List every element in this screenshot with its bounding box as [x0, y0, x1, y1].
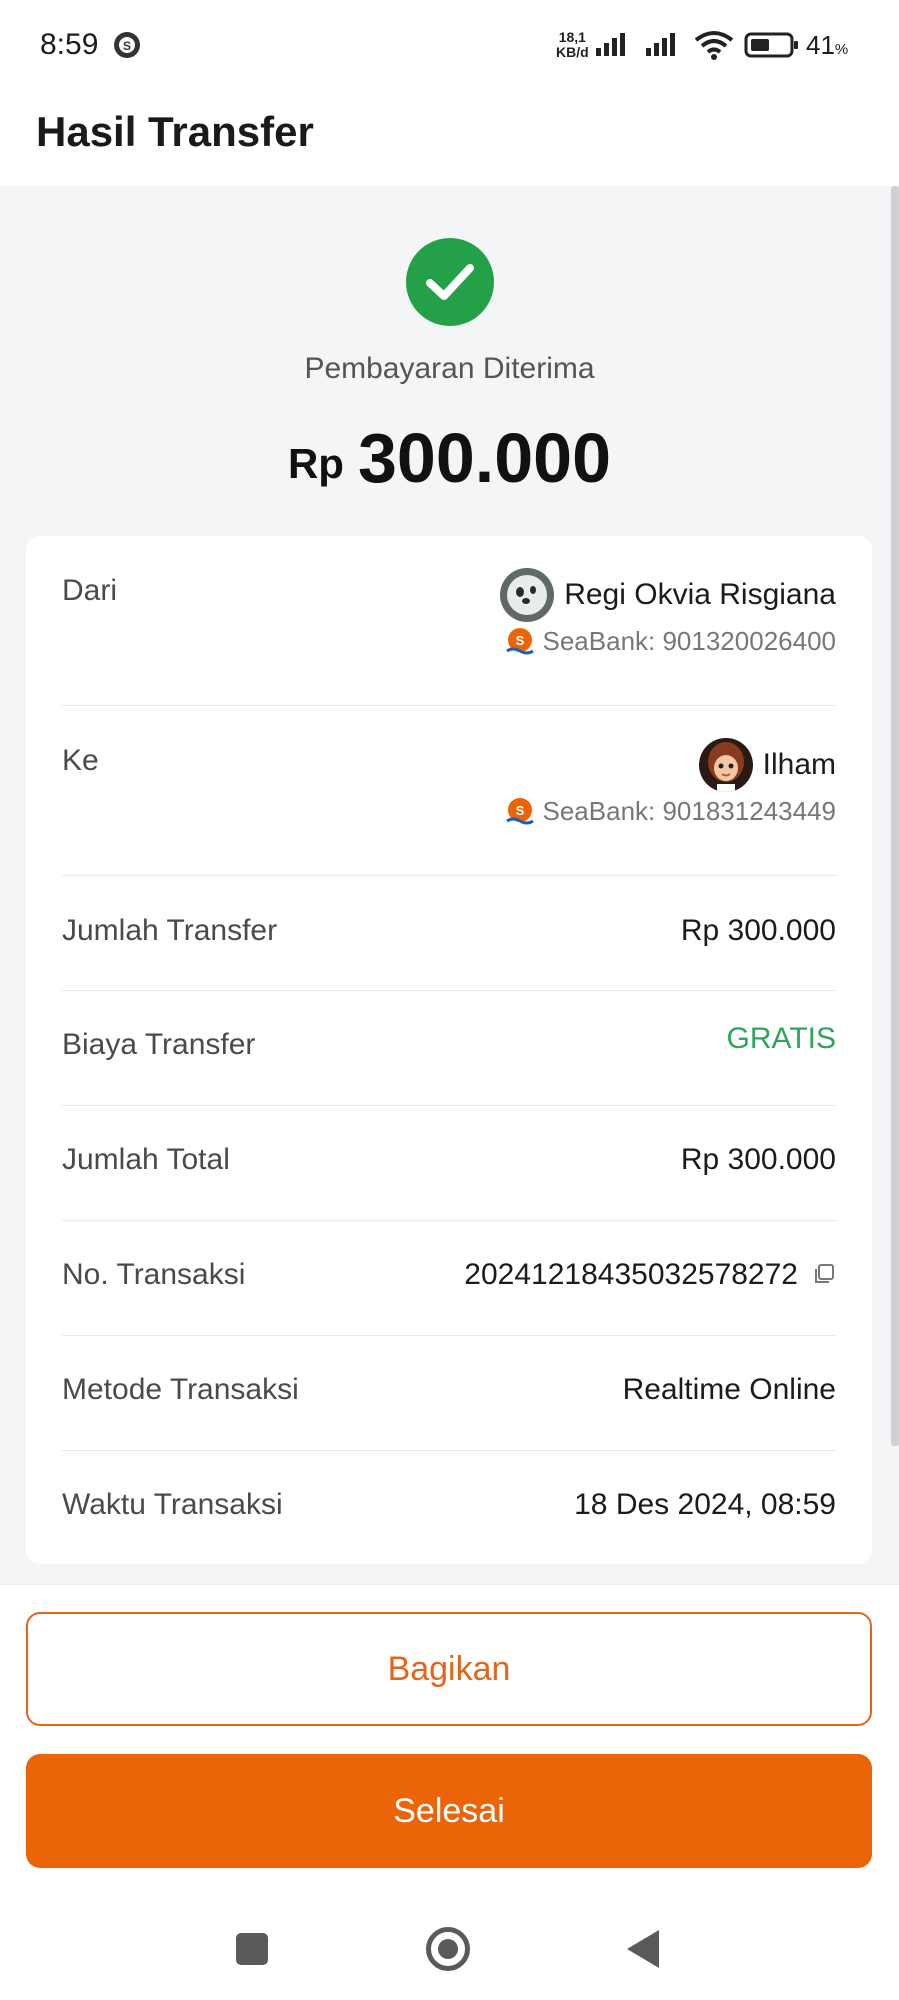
- transaction-number-label: No. Transaksi: [62, 1258, 246, 1291]
- sender-label: Dari: [62, 574, 118, 607]
- copy-icon[interactable]: [812, 1262, 836, 1286]
- sender-row: Dari Regi Okvia Risgiana S SeaBank: 9013…: [62, 568, 837, 674]
- transfer-fee-label: Biaya Transfer: [62, 1028, 256, 1061]
- app-notification-icon: S: [114, 32, 140, 58]
- page-title: Hasil Transfer: [36, 108, 314, 155]
- battery-icon: [744, 32, 798, 58]
- transfer-amount: Rp 300.000: [0, 418, 899, 498]
- sender-avatar: [500, 568, 555, 622]
- divider: [62, 1450, 836, 1451]
- sender-bank-account: SeaBank: 901320026400: [542, 626, 837, 656]
- transaction-time-label: Waktu Transaksi: [62, 1488, 283, 1521]
- recipient-bank-line: S SeaBank: 901831243449: [505, 796, 837, 827]
- amount-currency: Rp: [287, 440, 344, 487]
- total-amount-label: Jumlah Total: [62, 1143, 230, 1176]
- svg-text:S: S: [515, 803, 524, 818]
- divider: [62, 990, 836, 991]
- recipient-name: Ilham: [762, 748, 836, 781]
- detail-row-transfer-fee: Biaya Transfer GRATIS: [62, 1022, 836, 1068]
- transfer-amount-value: Rp 300.000: [680, 914, 836, 947]
- divider: [62, 705, 836, 706]
- recipient-avatar: [698, 738, 753, 792]
- recipient-bank-account: SeaBank: 901831243449: [542, 796, 837, 826]
- svg-text:S: S: [515, 633, 524, 648]
- share-button[interactable]: Bagikan: [26, 1612, 872, 1726]
- signal-icon: [596, 33, 625, 56]
- transfer-amount-label: Jumlah Transfer: [62, 914, 278, 947]
- recipient-name-line: Ilham: [698, 738, 836, 792]
- seabank-icon: S: [505, 627, 534, 654]
- recipient-row: Ke Ilham S SeaBank: 901831243449: [62, 738, 837, 844]
- home-icon[interactable]: [426, 1927, 470, 1971]
- divider: [62, 1335, 836, 1336]
- detail-row-transaction-number: No. Transaksi 20241218435032578272: [62, 1258, 836, 1298]
- amount-value: 300.000: [357, 419, 612, 497]
- sender-name: Regi Okvia Risgiana: [564, 578, 836, 611]
- recipient-label: Ke: [62, 744, 99, 777]
- transaction-number-value: 20241218435032578272: [464, 1258, 798, 1291]
- transfer-fee-value: GRATIS: [726, 1022, 836, 1055]
- battery-level: 41%: [806, 30, 849, 60]
- total-amount-value: Rp 300.000: [680, 1143, 836, 1176]
- svg-text:S: S: [123, 39, 131, 53]
- signal-icon: [646, 33, 675, 56]
- network-speed: 18,1 KB/d: [556, 29, 589, 60]
- seabank-icon: S: [505, 797, 534, 824]
- status-time: 8:59: [40, 28, 99, 61]
- recent-apps-icon[interactable]: [236, 1933, 268, 1965]
- detail-row-transaction-method: Metode Transaksi Realtime Online: [62, 1373, 836, 1413]
- app-header: Hasil Transfer: [0, 90, 899, 186]
- transaction-details-card: Dari Regi Okvia Risgiana S SeaBank: 9013…: [26, 536, 872, 1564]
- detail-row-transfer-amount: Jumlah Transfer Rp 300.000: [62, 914, 836, 954]
- system-nav-bar: [0, 1884, 899, 2000]
- transaction-method-label: Metode Transaksi: [62, 1373, 299, 1406]
- transaction-method-value: Realtime Online: [622, 1373, 836, 1406]
- success-check-icon: [406, 238, 494, 326]
- divider: [62, 1220, 836, 1221]
- status-bar: 8:59 S 18,1 KB/d 41%: [0, 0, 899, 90]
- transaction-time-value: 18 Des 2024, 08:59: [574, 1488, 836, 1521]
- divider: [62, 875, 836, 876]
- detail-row-transaction-time: Waktu Transaksi 18 Des 2024, 08:59: [62, 1488, 836, 1528]
- divider: [62, 1105, 836, 1106]
- done-button[interactable]: Selesai: [26, 1754, 872, 1868]
- detail-row-total-amount: Jumlah Total Rp 300.000: [62, 1143, 836, 1183]
- back-icon[interactable]: [627, 1930, 659, 1968]
- payment-status: Pembayaran Diterima: [304, 352, 595, 385]
- sender-name-line: Regi Okvia Risgiana: [500, 568, 836, 622]
- transaction-number-line: 20241218435032578272: [464, 1258, 836, 1292]
- sender-bank-line: S SeaBank: 901320026400: [505, 626, 837, 657]
- wifi-icon: [694, 31, 734, 60]
